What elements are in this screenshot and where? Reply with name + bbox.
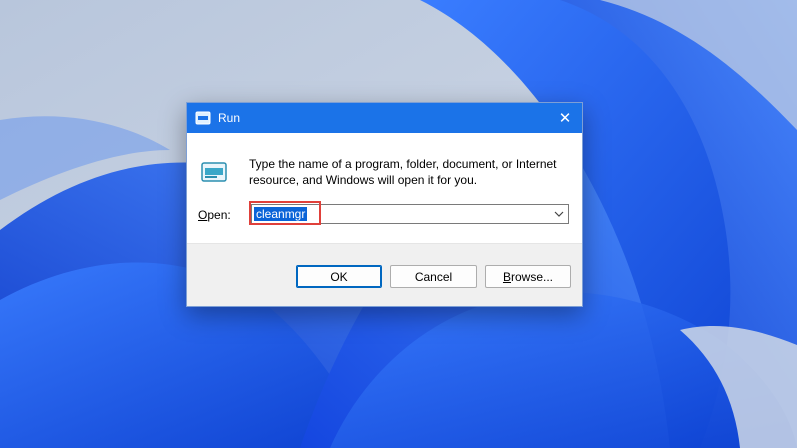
close-icon: ✕: [558, 109, 572, 127]
dialog-title: Run: [218, 111, 241, 125]
ok-button[interactable]: OK: [296, 265, 382, 288]
close-button[interactable]: ✕: [548, 103, 582, 133]
title-bar[interactable]: Run ✕: [187, 103, 582, 133]
dialog-description: Type the name of a program, folder, docu…: [249, 157, 557, 187]
open-input-value[interactable]: cleanmgr: [254, 207, 308, 221]
browse-button[interactable]: Browse...: [485, 265, 571, 288]
dropdown-button[interactable]: [552, 205, 566, 223]
dialog-content: Type the name of a program, folder, docu…: [187, 133, 582, 243]
open-label-text: pen:: [207, 208, 231, 222]
browse-label: rowse...: [511, 269, 554, 284]
cancel-button[interactable]: Cancel: [390, 265, 477, 288]
open-combobox[interactable]: cleanmgr: [251, 204, 569, 224]
open-label: Open:: [198, 208, 231, 222]
run-icon: [201, 162, 227, 182]
run-dialog: Run ✕ Type the name of a program, folder…: [186, 102, 583, 307]
open-label-accesskey: O: [198, 208, 208, 222]
chevron-down-icon: [554, 211, 564, 217]
browse-accesskey: B: [502, 269, 511, 284]
run-icon: [195, 111, 211, 125]
